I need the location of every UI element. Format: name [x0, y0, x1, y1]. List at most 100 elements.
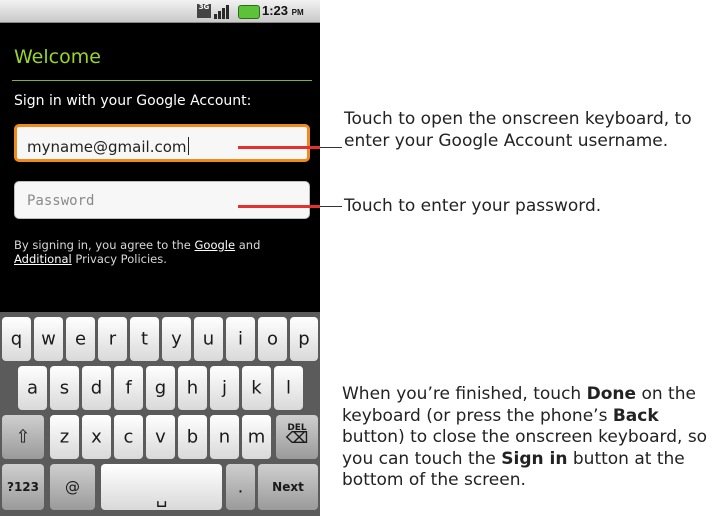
key-y[interactable]: y [162, 317, 191, 361]
key-x[interactable]: x [82, 415, 111, 459]
page-title: Welcome [14, 46, 101, 68]
key-label: e [74, 328, 87, 350]
key-j[interactable]: j [210, 366, 239, 410]
additional-link[interactable]: Additional [14, 252, 72, 266]
google-link[interactable]: Google [195, 238, 236, 252]
key-label: i [237, 328, 243, 350]
password-field[interactable]: Password [14, 181, 310, 219]
phone-screen: 3G 1:23 PM Welcome Sign in with your Goo… [0, 0, 320, 516]
terms-mid: and [235, 238, 261, 252]
key-label: t [140, 328, 149, 350]
key-e[interactable]: e [66, 317, 95, 361]
key-label: u [202, 328, 215, 350]
key-label: l [285, 377, 291, 399]
done-bold: Done [586, 384, 637, 404]
username-field[interactable]: myname@gmail.com [14, 124, 310, 162]
key-a[interactable]: a [18, 366, 47, 410]
key-label: z [59, 426, 70, 448]
status-bar: 3G 1:23 PM [0, 0, 320, 23]
key-label: r [108, 328, 117, 350]
key-c[interactable]: c [114, 415, 143, 459]
key-label: q [10, 328, 23, 350]
key-label: ?123 [6, 480, 39, 494]
onscreen-keyboard: q w e r t y u i o p a s d f g h j k l ⇧ … [0, 312, 320, 516]
key-t[interactable]: t [130, 317, 159, 361]
key-label: x [91, 426, 102, 448]
key-label: m [247, 426, 266, 448]
battery-icon [238, 5, 260, 19]
key-label: j [221, 377, 227, 399]
space-icon: ␣ [155, 487, 168, 508]
key-w[interactable]: w [34, 317, 63, 361]
space-key[interactable]: ␣ [101, 464, 222, 510]
key-f[interactable]: f [114, 366, 143, 410]
key-z[interactable]: z [50, 415, 79, 459]
key-label: Next [272, 480, 304, 494]
key-label: k [251, 377, 262, 399]
signin-bold: Sign in [501, 448, 568, 469]
key-v[interactable]: v [146, 415, 175, 459]
key-m[interactable]: m [242, 415, 271, 459]
key-label: h [186, 377, 199, 399]
username-value: myname@gmail.com [27, 137, 189, 156]
terms-prefix: By signing in, you agree to the [14, 238, 195, 252]
key-n[interactable]: n [210, 415, 239, 459]
key-r[interactable]: r [98, 317, 127, 361]
key-label: d [90, 377, 103, 399]
back-bold: Back [612, 405, 659, 426]
terms-suffix: Privacy Policies. [71, 252, 167, 266]
key-h[interactable]: h [178, 366, 207, 410]
signin-label: Sign in with your Google Account: [14, 93, 252, 109]
key-label: b [186, 426, 199, 448]
username-pointer-ext [320, 147, 342, 148]
password-pointer [238, 205, 320, 208]
username-callout: Touch to open the onscreen keyboard, to … [344, 109, 692, 151]
done-callout: When you’re finished, touch Done on the … [342, 384, 725, 492]
key-k[interactable]: k [242, 366, 271, 410]
key-label: . [237, 476, 244, 498]
key-label: n [218, 426, 231, 448]
key-label: g [154, 377, 167, 399]
signal-icon [214, 3, 232, 19]
3g-icon: 3G [197, 4, 211, 18]
key-d[interactable]: d [82, 366, 111, 410]
delete-icon: DEL ⌫ [285, 423, 309, 447]
key-b[interactable]: b [178, 415, 207, 459]
key-label: v [155, 426, 166, 448]
key-label: p [298, 328, 310, 350]
network-type: 3G [198, 3, 210, 11]
key-label: f [125, 377, 132, 399]
key-label: a [26, 377, 39, 399]
clock-time: 1:23 [262, 3, 289, 18]
key-p[interactable]: p [290, 317, 318, 361]
next-key[interactable]: Next [258, 464, 318, 510]
title-divider [12, 80, 312, 81]
key-g[interactable]: g [146, 366, 175, 410]
key-o[interactable]: o [258, 317, 287, 361]
key-label: @ [65, 478, 80, 496]
key-l[interactable]: l [274, 366, 303, 410]
key-label: w [41, 328, 56, 350]
shift-icon: ⇧ [15, 426, 31, 448]
key-label: o [266, 328, 278, 350]
key-q[interactable]: q [2, 317, 31, 361]
key-label: c [123, 426, 134, 448]
key-s[interactable]: s [50, 366, 79, 410]
key-period[interactable]: . [226, 464, 255, 510]
password-pointer-ext [320, 206, 342, 207]
username-pointer [238, 146, 320, 149]
delete-key[interactable]: DEL ⌫ [276, 415, 318, 459]
symbols-key[interactable]: ?123 [2, 464, 44, 510]
terms-text: By signing in, you agree to the Google a… [14, 238, 304, 266]
key-label: y [171, 328, 182, 350]
key-u[interactable]: u [194, 317, 223, 361]
key-i[interactable]: i [226, 317, 255, 361]
key-at[interactable]: @ [50, 464, 95, 510]
shift-key[interactable]: ⇧ [2, 415, 44, 459]
password-callout: Touch to enter your password. [344, 196, 602, 216]
done-text-1: When you’re finished, touch [342, 384, 587, 404]
text-cursor [187, 137, 189, 155]
password-placeholder: Password [27, 193, 95, 209]
key-label: s [59, 377, 70, 399]
clock: 1:23 PM [262, 3, 304, 18]
